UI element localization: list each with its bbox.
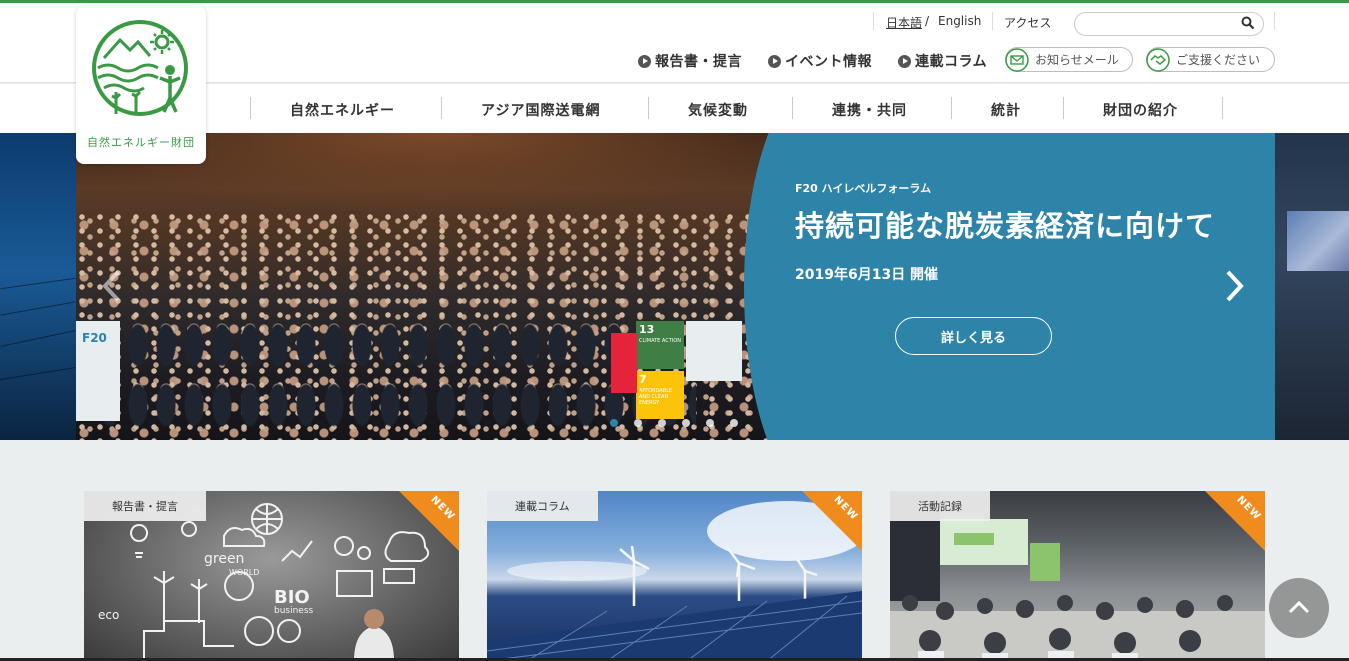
topnav-label: 連載コラム <box>915 54 988 70</box>
topnav-columns[interactable]: 連載コラム <box>898 51 987 71</box>
chevron-up-icon <box>1288 600 1310 614</box>
lang-en-link[interactable]: English <box>938 14 981 28</box>
logo-emblem-icon <box>92 20 188 116</box>
carousel-dot-2[interactable] <box>634 419 642 427</box>
nav-divider <box>951 97 952 119</box>
sdg13-panel: 13 CLIMATE ACTION <box>636 321 684 369</box>
access-link[interactable]: アクセス <box>1004 14 1051 31</box>
lang-ja-link[interactable]: 日本語 <box>886 14 922 31</box>
nav-divider <box>1063 97 1064 119</box>
newsletter-label: お知らせメール <box>1035 53 1119 67</box>
chevron-left-icon[interactable] <box>100 269 122 303</box>
carousel-dot-4[interactable] <box>682 419 690 427</box>
play-circle-icon <box>638 54 651 68</box>
svg-text:WORLD: WORLD <box>229 568 259 577</box>
play-circle-icon <box>898 54 911 68</box>
next-slide-preview <box>1275 133 1349 440</box>
handshake-icon <box>1146 47 1170 72</box>
chevron-right-icon[interactable] <box>1224 269 1246 303</box>
card-columns[interactable]: 連載コラム NEW <box>487 491 862 661</box>
hero-eyebrow: F20 ハイレベルフォーラム <box>795 182 932 195</box>
newsletter-button[interactable]: お知らせメール <box>1005 47 1133 72</box>
f20-banner: F20 <box>76 321 120 421</box>
mail-icon <box>1005 47 1029 72</box>
nav-asia-grid[interactable]: アジア国際送電網 <box>481 100 600 120</box>
nav-divider <box>250 97 251 119</box>
hero-details-button[interactable]: 詳しく見る <box>895 317 1052 355</box>
svg-text:BIO: BIO <box>274 587 310 608</box>
util-divider <box>992 12 993 30</box>
search-icon[interactable] <box>1241 16 1255 30</box>
topnav-label: イベント情報 <box>785 54 872 70</box>
logo-text: 自然エネルギー財団 <box>87 136 195 149</box>
nav-divider <box>792 97 793 119</box>
hero-date: 2019年6月13日 開催 <box>795 267 939 283</box>
search-input[interactable] <box>1074 12 1264 36</box>
util-divider <box>873 12 874 30</box>
nav-divider <box>648 97 649 119</box>
carousel-dot-5[interactable] <box>706 419 714 427</box>
carousel-dot-6[interactable] <box>730 419 738 427</box>
play-circle-icon <box>768 54 781 68</box>
support-label: ご支援ください <box>1176 53 1261 67</box>
new-badge: NEW <box>1205 491 1265 551</box>
sdg7-panel: 7 AFFORDABLE AND CLEAN ENERGY <box>636 371 684 419</box>
card-reports[interactable]: 報告書・提言 NEW green WORLD BIO business eco <box>84 491 459 661</box>
carousel-dot-3[interactable] <box>658 419 666 427</box>
new-badge: NEW <box>802 491 862 551</box>
card-tag: 報告書・提言 <box>84 491 206 521</box>
hero-title: 持続可能な脱炭素経済に向けて <box>795 209 1216 243</box>
hero-photo: F20 13 CLIMATE ACTION 7 AFFORDABLE AND C… <box>76 133 836 440</box>
nav-renewable-energy[interactable]: 自然エネルギー <box>290 100 395 120</box>
nav-divider <box>441 97 442 119</box>
site-logo[interactable]: 自然エネルギー財団 <box>76 6 206 164</box>
new-badge: NEW <box>399 491 459 551</box>
back-to-top-button[interactable] <box>1269 578 1329 638</box>
card-tag: 連載コラム <box>487 491 598 521</box>
card-tag: 活動記録 <box>890 491 990 521</box>
prev-slide-preview <box>0 133 76 440</box>
nav-climate-change[interactable]: 気候変動 <box>688 100 748 120</box>
svg-text:eco: eco <box>98 608 119 622</box>
svg-text:green: green <box>204 551 244 567</box>
topnav-events[interactable]: イベント情報 <box>768 51 872 71</box>
svg-text:business: business <box>274 606 314 616</box>
carousel-dot-1[interactable] <box>610 419 618 427</box>
nav-statistics[interactable]: 統計 <box>991 100 1021 120</box>
nav-about[interactable]: 財団の紹介 <box>1103 100 1178 120</box>
topnav-label: 報告書・提言 <box>655 54 742 70</box>
hero-carousel: F20 13 CLIMATE ACTION 7 AFFORDABLE AND C… <box>0 133 1349 440</box>
util-divider <box>1274 12 1275 30</box>
nav-collaboration[interactable]: 連携・共同 <box>832 100 907 120</box>
support-button[interactable]: ご支援ください <box>1146 47 1275 72</box>
lang-separator: / <box>925 14 930 28</box>
topnav-reports[interactable]: 報告書・提言 <box>638 51 742 71</box>
card-activities[interactable]: 活動記録 NEW <box>890 491 1265 661</box>
nav-divider <box>1222 97 1223 119</box>
